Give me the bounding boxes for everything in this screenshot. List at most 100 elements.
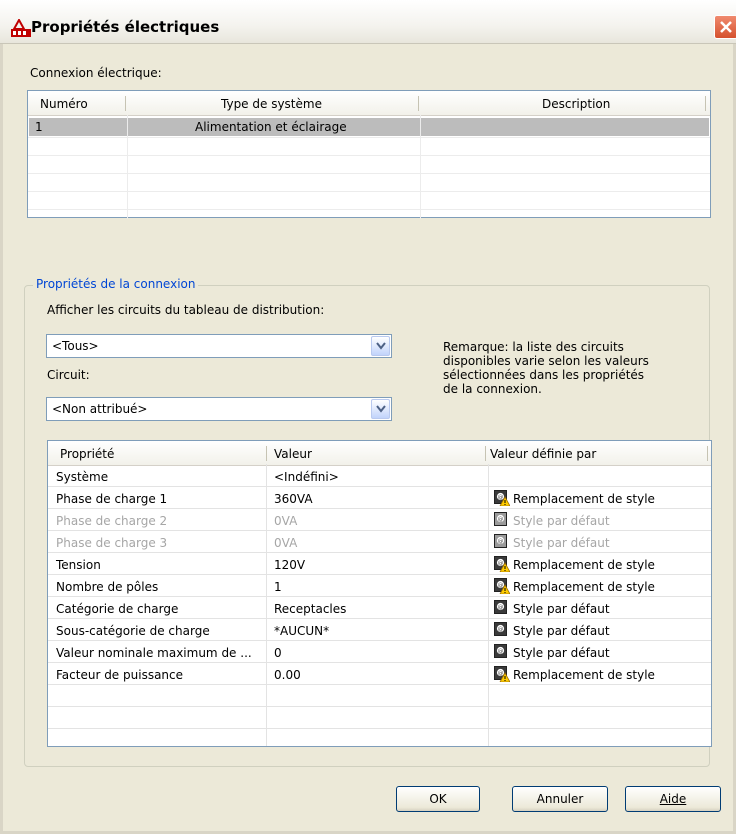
column-header-numero[interactable]: Numéro	[40, 97, 88, 111]
property-source: Style par défaut	[513, 624, 610, 638]
property-source: Style par défaut	[513, 514, 610, 528]
table-row[interactable]: Tension 120V @ Remplacement de style	[48, 553, 711, 575]
column-separator[interactable]	[705, 96, 706, 111]
style-override-icon: @	[494, 578, 510, 594]
window-frame-left	[0, 43, 3, 834]
property-source: Style par défaut	[513, 646, 610, 660]
style-override-icon: @	[494, 556, 510, 572]
column-divider	[488, 464, 489, 746]
note-line: sélectionnées dans les propriétés	[443, 368, 645, 382]
style-override-icon: @	[494, 490, 510, 506]
column-header-defini-par[interactable]: Valeur définie par	[490, 447, 596, 461]
svg-text:@: @	[498, 649, 504, 655]
property-name: Catégorie de charge	[56, 602, 179, 616]
row-divider	[48, 728, 711, 729]
table-row[interactable]: Facteur de puissance 0.00 @ Remplacement de…	[48, 663, 711, 685]
properties-table-header: Propriété Valeur Valeur définie par	[48, 441, 711, 466]
close-button[interactable]	[714, 15, 736, 39]
table-row[interactable]: Phase de charge 3 0VA @ Style par défaut	[48, 531, 711, 553]
property-name: Facteur de puissance	[56, 668, 184, 682]
property-name: Phase de charge 2	[56, 514, 168, 528]
circuit-dropdown[interactable]: <Non attribué>	[46, 397, 392, 421]
table-row[interactable]: Catégorie de charge Receptacles @ Style par…	[48, 597, 711, 619]
svg-text:@: @	[498, 539, 504, 545]
circuit-note: Remarque: la liste des circuits disponib…	[443, 340, 649, 396]
property-source: Remplacement de style	[513, 580, 655, 594]
property-name: Phase de charge 1	[56, 492, 168, 506]
row-divider	[28, 191, 710, 192]
property-value: 0VA	[274, 536, 298, 550]
cell-type-systeme: Alimentation et éclairage	[195, 120, 347, 134]
panel-circuits-value: <Tous>	[52, 339, 99, 353]
note-line: de la connexion.	[443, 382, 542, 396]
help-button[interactable]: Aide	[625, 786, 721, 812]
table-row[interactable]: Valeur nominale maximum de ... 0 @ Style pa…	[48, 641, 711, 663]
cell-numero: 1	[35, 120, 43, 134]
column-header-propriete[interactable]: Propriété	[60, 447, 114, 461]
chevron-down-icon	[376, 405, 386, 413]
table-row[interactable]: Phase de charge 1 360VA @ Remplacement de s…	[48, 487, 711, 509]
column-separator[interactable]	[266, 446, 267, 461]
property-source: Style par défaut	[513, 602, 610, 616]
table-row[interactable]: Système <Indéfini>	[48, 465, 711, 487]
column-divider	[420, 115, 421, 219]
property-value: 360VA	[274, 492, 313, 506]
style-default-icon: @	[494, 622, 507, 636]
dialog-window: Propriétés électriques Connexion électri…	[0, 0, 736, 834]
table-row[interactable]: Nombre de pôles 1 @ Remplacement de style	[48, 575, 711, 597]
svg-text:@: @	[498, 605, 504, 611]
window-title: Propriétés électriques	[31, 18, 220, 36]
style-default-icon: @	[494, 600, 507, 614]
connexion-label: Connexion électrique:	[30, 66, 162, 80]
title-bar[interactable]: Propriétés électriques	[0, 0, 736, 44]
property-name: Valeur nominale maximum de ...	[56, 646, 252, 660]
column-separator[interactable]	[125, 96, 126, 111]
property-value: Receptacles	[274, 602, 347, 616]
column-separator[interactable]	[418, 96, 419, 111]
close-icon	[720, 21, 732, 33]
autocad-mep-logo-icon	[11, 19, 31, 37]
property-source: Remplacement de style	[513, 558, 655, 572]
property-value: 120V	[274, 558, 306, 572]
connexion-table-header: Numéro Type de système Description	[28, 91, 710, 116]
column-divider	[266, 464, 267, 746]
row-divider	[28, 137, 710, 138]
table-row[interactable]: Phase de charge 2 0VA @ Style par défaut	[48, 509, 711, 531]
row-divider	[28, 155, 710, 156]
column-separator[interactable]	[485, 446, 486, 461]
property-name: Sous-catégorie de charge	[56, 624, 210, 638]
dropdown-button[interactable]	[371, 399, 390, 419]
show-circuits-label: Afficher les circuits du tableau de dist…	[47, 303, 325, 317]
svg-text:@: @	[498, 583, 504, 589]
style-default-icon: @	[494, 512, 507, 526]
style-default-icon: @	[494, 534, 507, 548]
column-header-description[interactable]: Description	[542, 97, 610, 111]
table-row[interactable]: Sous-catégorie de charge *AUCUN* @ Style pa…	[48, 619, 711, 641]
property-value: *AUCUN*	[274, 624, 330, 638]
property-value: 1	[274, 580, 282, 594]
connexion-table[interactable]: Numéro Type de système Description 1 Ali…	[27, 90, 711, 219]
column-header-valeur[interactable]: Valeur	[274, 447, 312, 461]
properties-table[interactable]: Propriété Valeur Valeur définie par Syst…	[47, 440, 712, 747]
panel-circuits-dropdown[interactable]: <Tous>	[46, 334, 392, 358]
svg-text:@: @	[498, 671, 504, 677]
table-row-selected[interactable]: 1 Alimentation et éclairage	[29, 118, 709, 136]
style-default-icon: @	[494, 644, 507, 658]
note-line: disponibles varie selon les valeurs	[443, 354, 649, 368]
dropdown-button[interactable]	[371, 336, 390, 356]
row-divider	[28, 173, 710, 174]
property-name: Phase de charge 3	[56, 536, 168, 550]
row-divider	[28, 209, 710, 210]
circuit-label: Circuit:	[47, 368, 90, 382]
cancel-button[interactable]: Annuler	[512, 786, 608, 812]
property-source: Style par défaut	[513, 536, 610, 550]
property-name: Système	[56, 470, 109, 484]
column-header-type[interactable]: Type de système	[221, 97, 322, 111]
property-value: 0VA	[274, 514, 298, 528]
svg-text:@: @	[498, 561, 504, 567]
svg-text:@: @	[498, 495, 504, 501]
ok-button[interactable]: OK	[396, 786, 480, 812]
column-separator[interactable]	[707, 446, 708, 461]
column-divider	[127, 115, 128, 219]
property-name: Tension	[56, 558, 101, 572]
